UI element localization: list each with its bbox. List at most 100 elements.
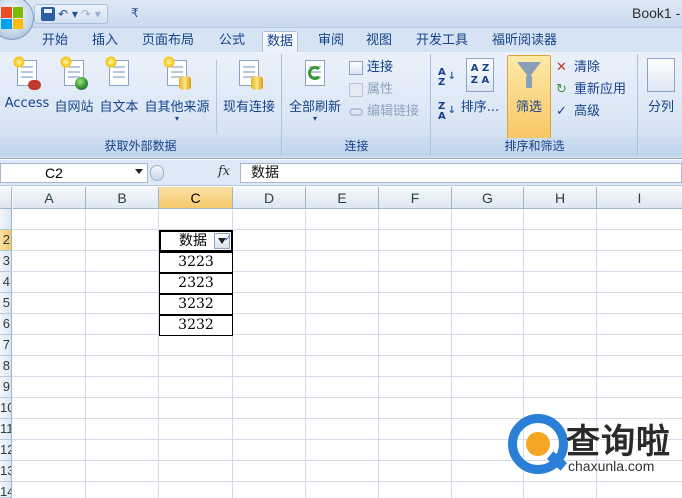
column-header-d[interactable]: D (233, 187, 306, 209)
reapply-button[interactable]: ↻ 重新应用 (554, 80, 626, 100)
row-header-12[interactable]: 12 (0, 440, 12, 461)
row-header-8[interactable]: 8 (0, 356, 12, 377)
connections-button[interactable]: 连接 (347, 58, 393, 78)
table-row[interactable]: 2323 (159, 273, 233, 294)
column-header-f[interactable]: F (379, 187, 452, 209)
column-header-b[interactable]: B (86, 187, 159, 209)
formula-bar: C2 fx 数据 (0, 160, 682, 186)
gridline (378, 209, 379, 498)
group-label-connections: 连接 (283, 138, 430, 156)
table-header-label: 数据 (179, 233, 207, 249)
row-header-9[interactable]: 9 (0, 377, 12, 398)
properties-icon (349, 83, 363, 97)
tab-data[interactable]: 数据 (262, 31, 299, 52)
column-header-a[interactable]: A (13, 187, 86, 209)
chevron-down-icon[interactable] (135, 169, 143, 174)
window-title: Book1 - (632, 5, 681, 21)
quick-access-toolbar: ↶ ▾ ↷ ▾ (34, 4, 108, 24)
reapply-icon: ↻ (556, 82, 567, 97)
row-header-11[interactable]: 11 (0, 419, 12, 440)
tab-insert[interactable]: 插入 (88, 31, 122, 52)
tab-foxit-reader[interactable]: 福昕阅读器 (488, 31, 561, 52)
tab-developer[interactable]: 开发工具 (412, 31, 472, 52)
filter-dropdown-icon[interactable]: ✓ (214, 233, 232, 249)
sort-ascending-button[interactable]: A Z ↓ (438, 68, 456, 90)
row-header-13[interactable]: 13 (0, 461, 12, 482)
from-access-button[interactable]: Access (4, 56, 50, 111)
group-sort-filter: A Z ↓ Z A ↓ A ZZ A 排序... 筛选 ✕ 清除 ↻ 重新应用 ✓ 高级… (432, 54, 638, 156)
table-row[interactable]: 3232 (159, 315, 233, 336)
row-header-2[interactable]: 2 (0, 230, 12, 251)
redo-button[interactable]: ↷ ▾ (81, 6, 101, 22)
customize-qat-button[interactable]: ₹ (131, 6, 139, 20)
clear-filter-icon: ✕ (556, 60, 567, 75)
formula-input[interactable]: 数据 (240, 163, 682, 183)
group-label-sort-filter: 排序和筛选 (432, 138, 637, 156)
row-header-4[interactable]: 4 (0, 272, 12, 293)
row-header-3[interactable]: 3 (0, 251, 12, 272)
advanced-label: 高级 (574, 104, 601, 119)
text-to-columns-button[interactable]: 分列 (643, 56, 679, 115)
tab-review[interactable]: 审阅 (314, 31, 348, 52)
column-header-g[interactable]: G (452, 187, 524, 209)
sort-label: 排序... (460, 100, 500, 115)
tab-view[interactable]: 视图 (362, 31, 396, 52)
web-icon (60, 56, 88, 92)
text-to-columns-label: 分列 (647, 100, 674, 115)
ribbon: Access 自网站 自文本 自其他来源 ▾ 现有连接 获取外部数据 全部刷新 … (0, 52, 682, 159)
row-header-1[interactable] (0, 209, 12, 230)
gridline (12, 376, 682, 377)
select-all-button[interactable] (0, 187, 12, 209)
refresh-all-button[interactable]: 全部刷新 ▾ (286, 56, 344, 123)
from-text-label: 自文本 (99, 100, 139, 115)
filter-button[interactable]: 筛选 (507, 55, 551, 139)
column-header-e[interactable]: E (306, 187, 379, 209)
name-box[interactable]: C2 (0, 163, 148, 183)
connections-label: 连接 (367, 60, 394, 75)
filter-label: 筛选 (515, 100, 542, 115)
from-access-label: Access (4, 96, 50, 111)
from-web-button[interactable]: 自网站 (52, 56, 96, 115)
from-other-sources-button[interactable]: 自其他来源 ▾ (142, 56, 212, 123)
tab-formulas[interactable]: 公式 (215, 31, 249, 52)
refresh-all-label: 全部刷新 (288, 100, 341, 115)
sort-descending-button[interactable]: Z A ↓ (438, 102, 456, 124)
row-header-6[interactable]: 6 (0, 314, 12, 335)
column-header-i[interactable]: I (597, 187, 682, 209)
group-data-tools: 分列 (639, 54, 682, 156)
row-header-14[interactable]: 14 (0, 482, 12, 498)
edit-links-button[interactable]: 编辑链接 (347, 102, 419, 122)
advanced-filter-icon: ✓ (556, 104, 567, 119)
row-header-10[interactable]: 10 (0, 398, 12, 419)
watermark: 查询啦 chaxunla.com (508, 410, 682, 490)
group-get-external-data: Access 自网站 自文本 自其他来源 ▾ 现有连接 获取外部数据 (0, 54, 282, 156)
group-label-get-external-data: 获取外部数据 (0, 138, 281, 156)
refresh-icon (301, 58, 329, 92)
row-header-7[interactable]: 7 (0, 335, 12, 356)
column-header-c[interactable]: C (159, 187, 233, 209)
column-header-h[interactable]: H (524, 187, 597, 209)
gridline (12, 397, 682, 398)
undo-button[interactable]: ↶ ▾ (58, 6, 78, 22)
formula-bar-resize-handle[interactable] (150, 165, 164, 181)
clear-filter-button[interactable]: ✕ 清除 (554, 58, 600, 78)
existing-connections-button[interactable]: 现有连接 (220, 56, 278, 115)
tab-page-layout[interactable]: 页面布局 (138, 31, 198, 52)
row-header-5[interactable]: 5 (0, 293, 12, 314)
table-row[interactable]: 3232 (159, 294, 233, 315)
chevron-down-icon: ▾ (174, 114, 179, 123)
gridline (12, 250, 682, 251)
from-text-button[interactable]: 自文本 (97, 56, 141, 115)
sort-button[interactable]: A ZZ A 排序... (460, 56, 500, 115)
tab-home[interactable]: 开始 (38, 31, 72, 52)
properties-button[interactable]: 属性 (347, 80, 393, 100)
cell-c2-header[interactable]: 数据 ✓ (159, 230, 233, 252)
watermark-url: chaxunla.com (568, 458, 655, 474)
save-icon[interactable] (41, 7, 55, 21)
advanced-filter-button[interactable]: ✓ 高级 (554, 102, 600, 122)
edit-links-label: 编辑链接 (367, 104, 420, 119)
gridline (12, 313, 682, 314)
clear-label: 清除 (574, 60, 601, 75)
insert-function-button[interactable]: fx (218, 164, 230, 179)
table-row[interactable]: 3223 (159, 252, 233, 273)
